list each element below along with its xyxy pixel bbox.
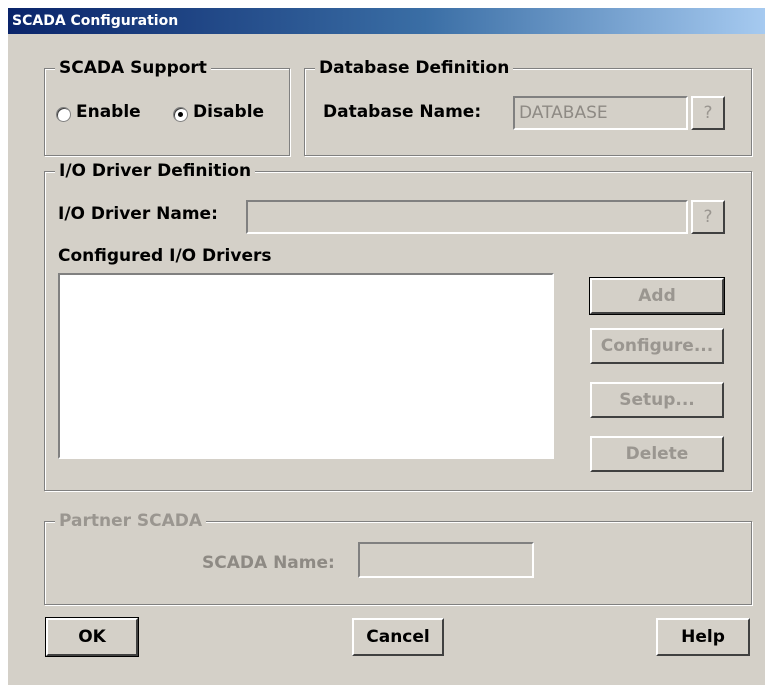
io-driver-definition-legend: I/O Driver Definition	[55, 160, 256, 182]
configured-io-drivers-label: Configured I/O Drivers	[58, 246, 272, 266]
database-definition-legend: Database Definition	[315, 57, 514, 79]
configured-io-drivers-list[interactable]	[58, 273, 554, 459]
add-button[interactable]: Add	[589, 277, 725, 315]
scada-support-legend: SCADA Support	[55, 57, 211, 79]
help-button[interactable]: Help	[656, 618, 750, 656]
database-name-label: Database Name:	[323, 102, 482, 122]
partner-scada-legend: Partner SCADA	[55, 510, 207, 532]
disable-radio[interactable]	[173, 107, 188, 122]
delete-button[interactable]: Delete	[590, 436, 724, 472]
configure-button[interactable]: Configure...	[590, 328, 724, 364]
io-driver-name-label: I/O Driver Name:	[58, 204, 218, 224]
enable-radio[interactable]	[56, 107, 71, 122]
database-name-field[interactable]: DATABASE	[513, 96, 688, 130]
scada-name-field[interactable]	[358, 542, 534, 578]
scada-configuration-dialog: SCADA Configuration SCADA Support Enable…	[8, 8, 765, 685]
cancel-button[interactable]: Cancel	[352, 618, 444, 656]
database-browse-button[interactable]: ?	[691, 96, 725, 130]
window-title: SCADA Configuration	[8, 8, 765, 34]
io-driver-name-field[interactable]	[246, 200, 688, 234]
io-driver-browse-button[interactable]: ?	[691, 200, 725, 234]
radio-selected-dot	[178, 112, 183, 117]
ok-button[interactable]: OK	[45, 617, 139, 657]
scada-name-label: SCADA Name:	[202, 553, 335, 573]
disable-radio-label[interactable]: Disable	[193, 102, 264, 122]
enable-radio-label[interactable]: Enable	[76, 102, 141, 122]
setup-button[interactable]: Setup...	[590, 382, 724, 418]
